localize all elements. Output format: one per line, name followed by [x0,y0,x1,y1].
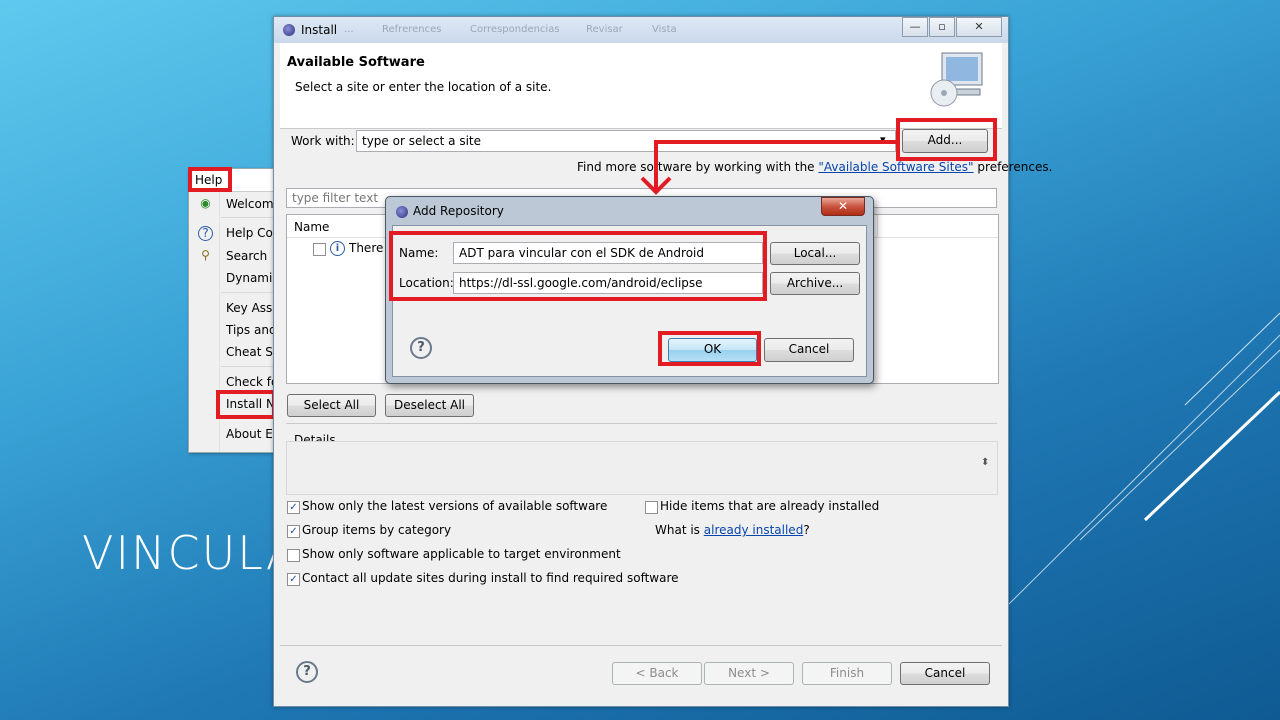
window-title: Install [301,23,338,37]
eclipse-icon [283,24,295,36]
cancel-button[interactable]: Cancel [900,662,990,685]
show-latest-checkbox[interactable]: ✓ [287,501,300,514]
what-is-prefix: What is [655,523,700,537]
work-with-label: Work with: [291,134,355,148]
wizard-header: Available Software Select a site or ente… [280,43,1002,129]
finish-button[interactable]: Finish [802,662,892,685]
background-tab: Correspondencias [470,24,560,35]
welcome-icon: ◉ [200,196,211,210]
info-icon: i [330,241,345,256]
deselect-all-button[interactable]: Deselect All [385,394,474,417]
search-icon: ⚲ [201,248,210,262]
menu-item-about[interactable]: About Ec [226,427,279,441]
separator [286,423,997,424]
highlight-ok-button [658,331,761,366]
what-is-suffix: ? [803,523,810,537]
maximize-button[interactable]: ▫ [929,17,955,37]
background-tab: ... [344,24,354,35]
highlight-install-new-software [216,390,276,419]
find-more-suffix: preferences. [977,160,1053,174]
contact-sites-label: Contact all update sites during install … [302,571,679,585]
what-is-installed-text: What is already installed? [655,523,810,537]
menu-item-check-updates[interactable]: Check fo [226,375,278,389]
separator [280,645,1002,646]
slide-title: VINCULA [82,526,300,580]
already-installed-link[interactable]: already installed [704,523,804,537]
menu-item-dynamic[interactable]: Dynamic [226,271,279,285]
hide-installed-label: Hide items that are already installed [660,499,880,513]
highlight-help-menu [188,167,232,192]
help-contents-icon: ? [198,226,213,241]
archive-button[interactable]: Archive... [770,272,860,295]
page-subtitle: Select a site or enter the location of a… [295,80,552,94]
highlight-name-location [389,231,767,301]
hide-installed-checkbox[interactable] [645,501,658,514]
background-tab: Revisar [586,24,623,35]
dialog-cancel-button[interactable]: Cancel [764,338,854,362]
monitor-cd-icon [930,52,983,107]
local-button[interactable]: Local... [770,242,860,265]
column-header-name[interactable]: Name [294,220,329,234]
group-by-category-checkbox[interactable]: ✓ [287,525,300,538]
help-icon[interactable]: ? [296,661,318,683]
column-divider [877,215,878,237]
page-title: Available Software [287,55,425,70]
minimize-button[interactable]: — [902,17,928,37]
applicable-only-label: Show only software applicable to target … [302,547,621,561]
help-icon[interactable]: ? [410,337,432,359]
details-area [286,441,998,495]
menu-item-tips[interactable]: Tips and [226,323,277,337]
back-button[interactable]: < Back [612,662,702,685]
next-button[interactable]: Next > [704,662,794,685]
eclipse-icon [396,206,408,218]
applicable-only-checkbox[interactable] [287,549,300,562]
dialog-close-button[interactable]: ✕ [821,197,865,216]
show-latest-label: Show only the latest versions of availab… [302,499,608,513]
details-scroll-icon[interactable]: ⬍ [981,457,989,468]
list-row-checkbox[interactable] [313,243,326,256]
background-tab: Vista [652,24,677,35]
close-button[interactable]: ✕ [956,17,1002,37]
background-tab: Refrerences [382,24,442,35]
contact-sites-checkbox[interactable]: ✓ [287,573,300,586]
group-by-category-label: Group items by category [302,523,452,537]
arrow-annotation [640,140,897,195]
select-all-button[interactable]: Select All [287,394,376,417]
highlight-add-button [896,118,997,161]
dialog-title: Add Repository [413,204,504,218]
menu-item-search[interactable]: Search [226,249,267,263]
